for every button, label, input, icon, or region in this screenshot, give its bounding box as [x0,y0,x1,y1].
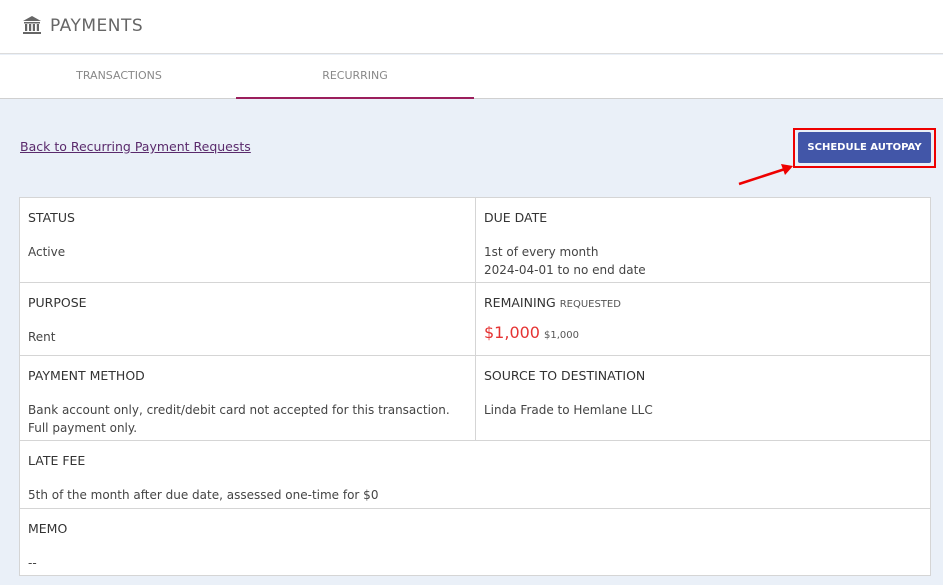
due-date-cell: DUE DATE 1st of every month 2024-04-01 t… [476,198,930,283]
late-fee-value: 5th of the month after due date, assesse… [28,488,379,502]
due-date-frequency: 1st of every month [484,245,599,259]
status-value: Active [28,245,66,259]
purpose-cell: PURPOSE Rent [20,283,476,356]
late-fee-cell: LATE FEE 5th of the month after due date… [20,441,930,509]
due-date-label: DUE DATE [484,210,548,225]
remaining-label: REMAINING REQUESTED [484,295,922,310]
status-label: STATUS [28,210,75,225]
requested-label-text: REQUESTED [559,299,621,310]
source-destination-value: Linda Frade to Hemlane LLC [484,403,653,417]
pointer-arrow-icon [738,164,793,186]
tab-recurring[interactable]: RECURRING [236,55,474,99]
requested-amount: $1,000 [543,330,579,341]
schedule-autopay-button[interactable]: SCHEDULE AUTOPAY [798,132,931,163]
payment-method-cell: PAYMENT METHOD Bank account only, credit… [20,356,476,441]
payment-details-card: STATUS Active DUE DATE 1st of every mont… [19,197,931,576]
remaining-amounts: $1,000 $1,000 [484,324,922,345]
purpose-value: Rent [28,330,56,344]
remaining-amount: $1,000 [484,323,540,342]
tab-bar: TRANSACTIONS RECURRING [0,55,943,99]
remaining-cell: REMAINING REQUESTED $1,000 $1,000 [476,283,930,356]
page-header: PAYMENTS [0,0,943,54]
tab-transactions[interactable]: TRANSACTIONS [0,55,238,99]
status-cell: STATUS Active [20,198,476,283]
back-to-recurring-link[interactable]: Back to Recurring Payment Requests [20,139,251,154]
due-date-range: 2024-04-01 to no end date [484,263,646,277]
source-destination-label: SOURCE TO DESTINATION [484,368,646,383]
memo-label: MEMO [28,521,68,536]
remaining-label-text: REMAINING [484,295,556,310]
bank-icon [23,16,41,34]
memo-value: -- [28,556,37,570]
due-date-value: 1st of every month 2024-04-01 to no end … [484,243,922,279]
source-destination-cell: SOURCE TO DESTINATION Linda Frade to Hem… [476,356,930,441]
memo-cell: MEMO -- [20,509,930,575]
payment-method-label: PAYMENT METHOD [28,368,145,383]
payment-method-value: Bank account only, credit/debit card not… [28,403,450,435]
purpose-label: PURPOSE [28,295,87,310]
page-title: PAYMENTS [50,16,144,36]
late-fee-label: LATE FEE [28,453,86,468]
